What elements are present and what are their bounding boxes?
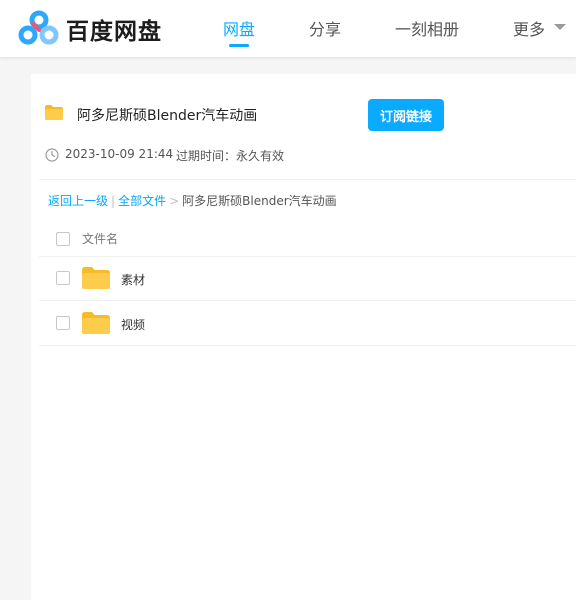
nav-tab-album[interactable]: 一刻相册 [395,16,459,40]
expire-label: 过期时间： [176,149,237,163]
chevron-down-icon[interactable] [554,24,566,30]
brand-name[interactable]: 百度网盘 [66,12,162,46]
nav-tab-netdisk[interactable]: 网盘 [223,16,255,40]
share-title: 阿多尼斯硕Blender汽车动画 [77,108,258,124]
share-date: 2023-10-09 21:44 [65,147,174,161]
divider [39,300,576,301]
file-name[interactable]: 视频 [121,316,145,333]
breadcrumb: 返回上一级 | 全部文件 > 阿多尼斯硕Blender汽车动画 [48,192,337,209]
top-bar: 百度网盘 网盘 分享 一刻相册 更多 [0,0,576,57]
divider [39,256,576,257]
breadcrumb-separator: | [111,194,116,208]
breadcrumb-separator: > [169,194,180,208]
clock-icon [45,148,59,162]
folder-icon [82,312,110,334]
breadcrumb-all-files-link[interactable]: 全部文件 [118,194,166,208]
row-checkbox[interactable] [56,271,70,285]
expire-value: 永久有效 [236,149,285,163]
nav-tab-share[interactable]: 分享 [309,16,341,40]
subscribe-link-button[interactable]: 订阅链接 [368,99,444,131]
folder-icon [45,105,63,120]
row-checkbox[interactable] [56,316,70,330]
share-panel: 阿多尼斯硕Blender汽车动画 订阅链接 2023-10-09 21:44 过… [31,74,576,600]
divider [39,179,576,180]
nav-tab-more[interactable]: 更多 [513,16,545,40]
active-tab-indicator [229,44,249,47]
column-header-filename[interactable]: 文件名 [82,230,118,247]
divider [39,345,576,346]
folder-icon [82,267,110,289]
select-all-checkbox[interactable] [56,232,70,246]
breadcrumb-current: 阿多尼斯硕Blender汽车动画 [182,194,337,208]
file-name[interactable]: 素材 [121,271,145,288]
breadcrumb-back-link[interactable]: 返回上一级 [48,194,108,208]
baidu-netdisk-logo-icon[interactable] [18,10,60,46]
